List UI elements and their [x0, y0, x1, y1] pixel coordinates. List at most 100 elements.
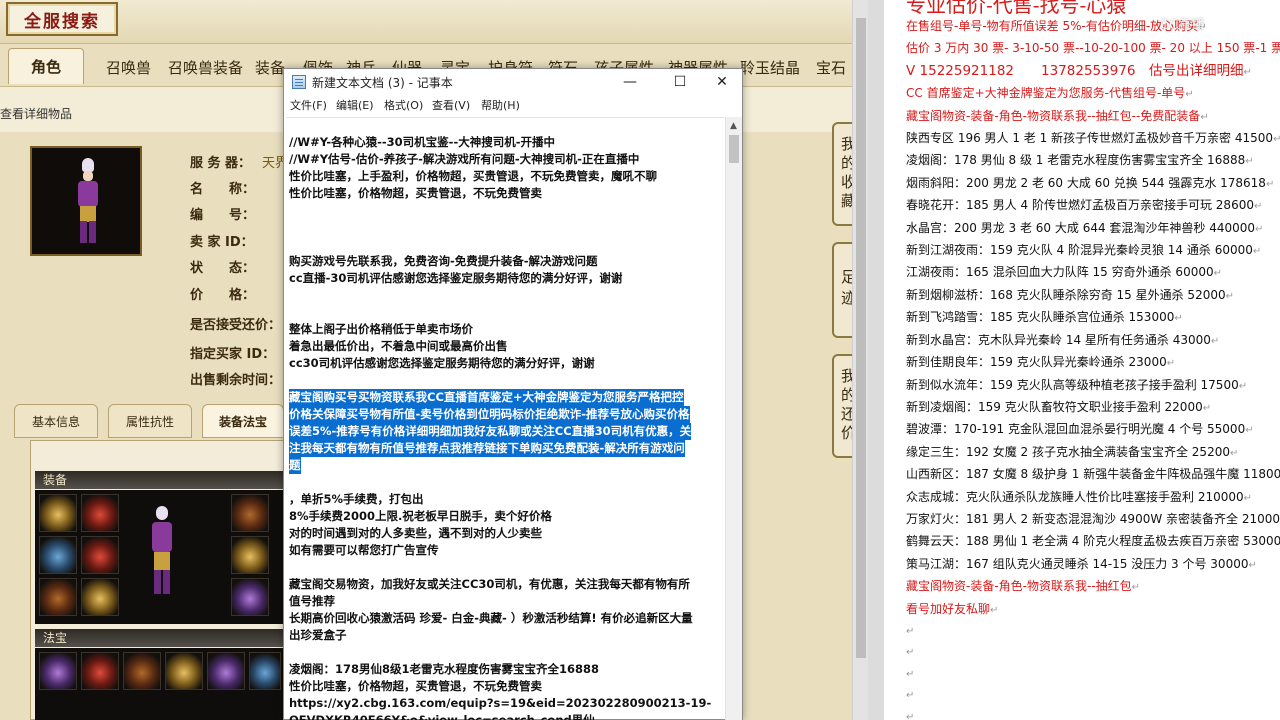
field-id-label: 编 号：: [190, 208, 256, 223]
tab-jade[interactable]: 聆玉结晶: [740, 54, 800, 82]
section-fabao: 法宝: [35, 629, 285, 647]
document-line-text: 策马江湖：167 组队克火通灵睡杀 14-15 没压力 3 个号 30000: [906, 556, 1249, 571]
maximize-button[interactable]: ☐: [660, 69, 700, 95]
document-line-text: 新到江湖夜雨：159 克火队 4 阶混异光秦岭灵狼 14 通杀 60000: [906, 243, 1253, 258]
fabao-slot-3[interactable]: [123, 652, 161, 690]
game-topbar: 全服搜索: [0, 0, 868, 44]
empty-paragraph: ↵: [906, 647, 915, 659]
document-line: 烟雨斜阳：200 男龙 2 老 60 大成 60 兑换 544 强霹克水 178…: [906, 173, 1280, 195]
document-line-text: 在售组号-单号-物有所值误差 5%-有估价明细-放心购买: [906, 19, 1199, 33]
fabao-slot-1[interactable]: [39, 652, 77, 690]
equipment-grid: [35, 490, 285, 624]
text-line: 对的时间遇到对的人多卖些，遇不到对的人少卖些: [289, 526, 542, 540]
document-line-text: 新到佳期良年：159 克火队异光秦岭通杀 23000: [906, 355, 1167, 370]
document-line-text: 新到凌烟阁：159 克火队畜牧符文职业接手盈利 22000: [906, 399, 1203, 414]
selected-line-row: 注我每天都有物有所值号推荐点我推荐链接下单购买免费配装-解决所有游戏问: [289, 440, 724, 457]
tab-basic-info[interactable]: 基本信息: [14, 404, 98, 438]
paragraph-mark-icon: ↵: [1265, 178, 1275, 190]
minimize-button[interactable]: —: [610, 69, 650, 95]
tab-equip[interactable]: 装备: [255, 54, 285, 82]
selected-line: 题: [289, 457, 301, 474]
equip-slot-extra-1[interactable]: [231, 494, 269, 532]
fabao-slot-2[interactable]: [81, 652, 119, 690]
field-remaining-label: 出售剩余时间：: [190, 373, 282, 388]
document-line: 看号加好友私聊↵: [906, 599, 1280, 621]
text-line: 值号推荐: [289, 594, 335, 608]
notepad-scrollbar-thumb[interactable]: [729, 135, 739, 163]
document-line-text: 鹤舞云天：188 男仙 1 老全满 4 阶克火程度孟极去疾百万亲密 53000: [906, 534, 1280, 549]
word-document[interactable]: 专业估价-代售-找号-心猿 在售组号-单号-物有所值误差 5%-有估价明细-放心…: [884, 0, 1280, 720]
notepad-menubar: 文件(F) 编辑(E) 格式(O) 查看(V) 帮助(H): [284, 95, 742, 115]
equip-slot-helmet[interactable]: [39, 494, 77, 532]
equip-slot-armor[interactable]: [81, 536, 119, 574]
fabao-slot-5[interactable]: [207, 652, 245, 690]
menu-format[interactable]: 格式(O): [384, 97, 423, 113]
document-line: 陕西专区 196 男人 1 老 1 新孩子传世燃灯孟极妙音千万亲密 41500↵: [906, 128, 1280, 150]
document-line-text: 缘定三生：192 女魔 2 孩子克水抽全满装备宝宝齐全 25200: [906, 444, 1230, 459]
menu-view[interactable]: 查看(V): [432, 97, 470, 113]
tab-pet-equip[interactable]: 召唤兽装备: [168, 54, 243, 82]
document-line: 缘定三生：192 女魔 2 孩子克水抽全满装备宝宝齐全 25200↵: [906, 442, 1280, 464]
document-line: 估价 3 万内 30 票- 3-10-50 票--10-20-100 票- 20…: [906, 38, 1280, 60]
close-button[interactable]: ✕: [702, 69, 742, 95]
equip-slot-belt[interactable]: [39, 578, 77, 616]
document-line-text: 山西新区：187 女魔 8 级护身 1 新强牛装备金牛阵极品强牛魔 11800: [906, 467, 1280, 482]
text-line: 购买游戏号先联系我，免费咨询-免费提升装备-解决游戏问题: [289, 254, 598, 268]
document-line: 在售组号-单号-物有所值误差 5%-有估价明细-放心购买↵: [906, 16, 1280, 38]
character-avatar: [30, 146, 142, 256]
equip-slot-necklace[interactable]: [81, 494, 119, 532]
paragraph-mark-icon: ↵: [1273, 134, 1280, 146]
field-counteroffer-label: 是否接受还价：: [190, 318, 282, 333]
tab-resistance[interactable]: 属性抗性: [108, 404, 192, 438]
game-scrollbar[interactable]: [852, 0, 868, 720]
paragraph-mark-icon: ↵: [1185, 89, 1194, 101]
document-line: 新到水晶宫：克木队异光秦岭 14 星所有任务通杀 43000↵: [906, 330, 1280, 352]
equip-slot-weapon[interactable]: [39, 536, 77, 574]
paragraph-mark-icon: ↵: [1252, 246, 1262, 258]
server-search-logo[interactable]: 全服搜索: [6, 2, 118, 36]
equip-slot-extra-2[interactable]: [231, 536, 269, 574]
text-line: [289, 644, 724, 661]
tab-gem[interactable]: 宝石: [816, 54, 846, 82]
text-line: https://xy2.cbg.163.com/equip?s=19&eid=2…: [289, 696, 712, 710]
notepad-text-area[interactable]: //W#Y-各种心猿--30司机宝鉴--大神搜司机-开播中 //W#Y估号-估价-…: [286, 117, 724, 720]
menu-file[interactable]: 文件(F): [290, 97, 327, 113]
selected-line: 误差5%-推荐号有价格详细明细加我好友私聊或关注CC直播30司机有优惠，关: [289, 423, 692, 440]
document-line-text: 看号加好友私聊: [906, 601, 991, 616]
text-line: 8%手续费2000上限.祝老板早日脱手，卖个好价格: [289, 509, 552, 523]
paragraph-mark-icon: ↵: [1225, 290, 1234, 302]
notepad-scrollbar[interactable]: ▲: [725, 117, 742, 720]
text-line: [289, 474, 724, 491]
equip-slot-extra-3[interactable]: [231, 578, 269, 616]
text-line: 整体上阁子出价格稍低于单卖市场价: [289, 322, 473, 336]
document-line-text: 万家灯火：181 男人 2 新变态混混淘沙 4900W 亲密装备齐全 21000…: [906, 511, 1280, 526]
equip-slot-shoes[interactable]: [81, 578, 119, 616]
paragraph-mark-icon: ↵: [1210, 335, 1220, 347]
tab-equip-fabao[interactable]: 装备法宝: [202, 404, 284, 438]
fabao-slot-4[interactable]: [165, 652, 203, 690]
tab-role[interactable]: 角色: [8, 48, 85, 84]
document-line-text: 凌烟阁：178 男仙 8 级 1 老雷克水程度伤害雾宝宝齐全 16888: [906, 153, 1246, 168]
menu-help[interactable]: 帮助(H): [481, 97, 520, 113]
paragraph-mark-icon: ↵: [1245, 156, 1254, 168]
paragraph-mark-icon: ↵: [1253, 201, 1263, 213]
menu-edit[interactable]: 编辑(E): [336, 97, 374, 113]
document-line: 江湖夜雨：165 混杀回血大力队阵 15 穷奇外通杀 60000↵: [906, 262, 1280, 284]
empty-paragraph: ↵: [906, 625, 915, 637]
document-line-text: 江湖夜雨：165 混杀回血大力队阵 15 穷奇外通杀 60000: [906, 265, 1214, 280]
tab-pet[interactable]: 召唤兽: [106, 54, 151, 82]
scroll-up-icon[interactable]: ▲: [730, 121, 737, 131]
document-line: 鹤舞云天：188 男仙 1 老全满 4 阶克火程度孟极去疾百万亲密 53000↵: [906, 531, 1280, 553]
selected-text: 藏宝阁购买号买物资联系我CC直播首席鉴定+大神金牌鉴定为您服务严格把控 价格关保障…: [289, 389, 724, 474]
text-line: cc直播-30司机评估感谢您选择鉴定服务期待您的满分好评，谢谢: [289, 271, 623, 285]
selected-line-row: 价格关保障买号物有所值-卖号价格到位明码标价拒绝欺诈-推荐号放心购买价格: [289, 406, 724, 423]
document-line-text: 新到烟柳滋桥：168 克火队睡杀除穷奇 15 星外通杀 52000: [906, 287, 1226, 302]
game-scrollbar-thumb[interactable]: [856, 18, 866, 658]
text-line: cc30司机评估感谢您选择鉴定服务期待您的满分好评，谢谢: [289, 356, 595, 370]
document-line: 新到飞鸿踏雪：185 克火队睡杀宫位通杀 153000↵: [906, 307, 1280, 329]
fabao-slot-6[interactable]: [249, 652, 281, 690]
notepad-titlebar[interactable]: 新建文本文档 (3) - 记事本 — ☐ ✕: [284, 69, 742, 95]
paragraph-mark-icon: ↵: [990, 604, 999, 616]
empty-paragraph: ↵: [906, 668, 915, 680]
text-line: 凌烟阁：178男仙8级1老雷克水程度伤害雾宝宝齐全16888: [289, 662, 600, 676]
